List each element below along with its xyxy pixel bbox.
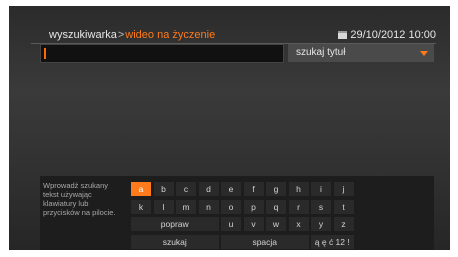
text-cursor bbox=[44, 48, 46, 59]
search-input[interactable] bbox=[40, 44, 284, 63]
key-x[interactable]: x bbox=[288, 217, 309, 231]
key-i[interactable]: i bbox=[311, 182, 331, 196]
breadcrumb: wyszukiwarka>wideo na życzenie bbox=[49, 29, 215, 41]
key-u[interactable]: u bbox=[221, 217, 241, 231]
space-key[interactable]: spacja bbox=[221, 234, 309, 249]
key-v[interactable]: v bbox=[243, 217, 264, 231]
key-z[interactable]: z bbox=[333, 217, 354, 231]
key-r[interactable]: r bbox=[288, 199, 309, 214]
key-a[interactable]: a bbox=[131, 182, 151, 196]
datetime-text: 29/10/2012 10:00 bbox=[350, 29, 436, 41]
backspace-key[interactable]: popraw bbox=[131, 217, 219, 231]
search-mode-select[interactable]: szukaj tytuł bbox=[288, 44, 434, 62]
key-n[interactable]: n bbox=[198, 199, 219, 214]
key-k[interactable]: k bbox=[131, 199, 151, 214]
key-o[interactable]: o bbox=[221, 199, 241, 214]
key-g[interactable]: g bbox=[266, 182, 286, 196]
header: wyszukiwarka>wideo na życzenie 29/10/201… bbox=[31, 27, 436, 44]
key-f[interactable]: f bbox=[243, 182, 264, 196]
key-d[interactable]: d bbox=[198, 182, 219, 196]
key-q[interactable]: q bbox=[266, 199, 286, 214]
key-p[interactable]: p bbox=[243, 199, 264, 214]
key-c[interactable]: c bbox=[176, 182, 196, 196]
keyboard-panel: Wprowadź szukany tekst używając klawiatu… bbox=[40, 176, 434, 250]
key-s[interactable]: s bbox=[311, 199, 331, 214]
key-e[interactable]: e bbox=[221, 182, 241, 196]
breadcrumb-current: wideo na życzenie bbox=[125, 29, 216, 41]
key-b[interactable]: b bbox=[153, 182, 174, 196]
key-t[interactable]: t bbox=[333, 199, 354, 214]
key-j[interactable]: j bbox=[333, 182, 354, 196]
key-l[interactable]: l bbox=[153, 199, 174, 214]
search-mode-label: szukaj tytuł bbox=[296, 47, 346, 58]
key-h[interactable]: h bbox=[288, 182, 309, 196]
search-key[interactable]: szukaj bbox=[131, 234, 219, 249]
datetime: 29/10/2012 10:00 bbox=[338, 29, 436, 41]
breadcrumb-root[interactable]: wyszukiwarka bbox=[49, 29, 117, 41]
special-chars-key[interactable]: ą ę ć 12 ! bbox=[311, 234, 354, 249]
dropdown-arrow-icon bbox=[420, 51, 428, 56]
keyboard-help-text: Wprowadź szukany tekst używając klawiatu… bbox=[43, 181, 116, 217]
key-m[interactable]: m bbox=[176, 199, 196, 214]
breadcrumb-separator: > bbox=[117, 29, 125, 41]
screen: wyszukiwarka>wideo na życzenie 29/10/201… bbox=[9, 6, 450, 250]
key-w[interactable]: w bbox=[266, 217, 286, 231]
key-y[interactable]: y bbox=[311, 217, 331, 231]
calendar-icon bbox=[338, 31, 348, 39]
